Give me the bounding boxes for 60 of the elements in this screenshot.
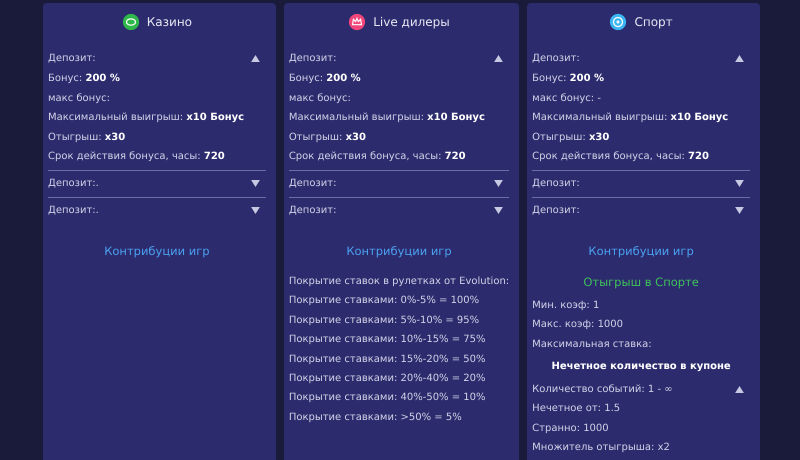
collapse-icon[interactable] (250, 54, 260, 62)
section-title: Отыгрыш в Спорте (582, 274, 700, 291)
accordion-header[interactable]: Депозит:. (48, 170, 266, 197)
expand-icon[interactable] (494, 180, 504, 188)
bonus-detail: Отыгрыш: x30 (48, 130, 126, 145)
accordion-header[interactable]: Депозит: (288, 170, 510, 197)
info-line: Максимальная ставка: (532, 338, 653, 352)
contributions-link[interactable]: Контрибуции игр (346, 244, 452, 258)
accordion-header[interactable]: Депозит: (532, 47, 750, 69)
bonus-detail: макс бонус: (48, 92, 111, 106)
info-line: Покрытие ставками: 10%-15% = 75% (288, 333, 487, 348)
info-line: Покрытие ставками: 15%-20% = 50% (288, 352, 487, 367)
contributions-link[interactable]: Контрибуции игр (104, 244, 210, 258)
accordion-header[interactable]: Депозит: (288, 198, 510, 224)
bonus-detail: макс бонус: (288, 92, 352, 106)
info-line: Макс. коэф: 1000 (532, 318, 624, 332)
accordion-header[interactable]: Депозит: (532, 198, 750, 224)
collapse-icon[interactable] (735, 386, 744, 393)
info-line: Нечетное от: 1.5 (532, 402, 622, 416)
card-title: Казино (146, 15, 192, 29)
expand-icon[interactable] (735, 180, 744, 188)
expand-icon[interactable] (250, 180, 260, 188)
chip-icon (122, 13, 140, 31)
accordion-header[interactable]: Депозит: (532, 170, 750, 197)
bonus-detail: Отыгрыш: x30 (532, 130, 610, 145)
accordion-header[interactable]: Количество событий: 1 - ∞ (532, 379, 750, 400)
info-line: Покрытие ставок в рулетках от Evolution: (288, 274, 510, 289)
bonus-detail: Срок действия бонуса, часы: 720 (48, 150, 226, 164)
bonus-detail: Отыгрыш: x30 (288, 130, 367, 145)
info-line: Странно: 1000 (532, 422, 610, 436)
bonus-detail: макс бонус: - (532, 92, 602, 106)
bonus-detail: Срок действия бонуса, часы: 720 (532, 150, 710, 164)
collapse-icon[interactable] (494, 54, 504, 62)
info-line: Покрытие ставками: 20%-40% = 20% (288, 372, 487, 386)
accordion-header[interactable]: Депозит: (288, 47, 510, 69)
contributions-link[interactable]: Контрибуции игр (588, 244, 694, 258)
info-line: Множитель отыгрыша: x2 (532, 440, 671, 455)
info-line: Покрытие ставками: 0%-5% = 100% (288, 294, 480, 308)
accordion-header[interactable]: Депозит: (48, 47, 266, 69)
ball-icon (609, 13, 628, 31)
collapse-icon[interactable] (735, 54, 744, 62)
crown-icon (348, 13, 366, 31)
expand-icon[interactable] (735, 207, 744, 214)
card-title: Live дилеры (373, 15, 450, 29)
card-title: Спорт (634, 15, 673, 29)
info-line: Покрытие ставками: >50% = 5% (288, 410, 463, 425)
expand-icon[interactable] (494, 207, 504, 214)
bonus-detail: Бонус: 200 % (532, 72, 606, 86)
bonus-detail: Срок действия бонуса, часы: 720 (288, 150, 467, 164)
info-line: Покрытие ставками: 5%-10% = 95% (288, 314, 480, 328)
info-line: Покрытие ставками: 40%-50% = 10% (288, 391, 487, 406)
info-line: Мин. коэф: 1 (532, 298, 600, 313)
accordion-header[interactable]: Депозит:. (48, 198, 266, 224)
section-heading: Нечетное количество в купоне (550, 360, 732, 374)
expand-icon[interactable] (250, 207, 260, 214)
bonus-detail: Бонус: 200 % (288, 72, 362, 86)
bonus-detail: Максимальный выигрыш: x10 Бонус (532, 111, 730, 126)
bonus-detail: Максимальный выигрыш: x10 Бонус (48, 111, 246, 126)
bonus-detail: Бонус: 200 % (48, 72, 121, 86)
bonus-detail: Максимальный выигрыш: x10 Бонус (288, 111, 486, 126)
